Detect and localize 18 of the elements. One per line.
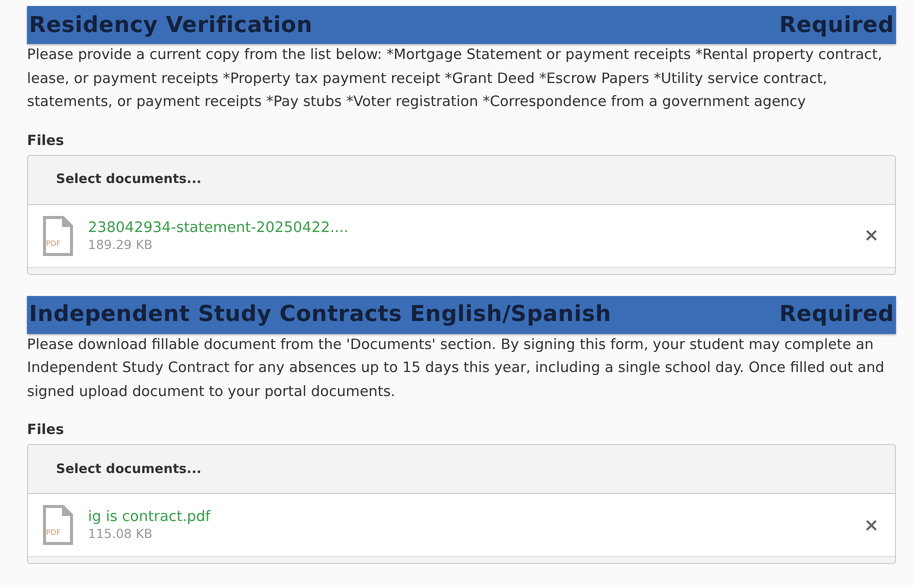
document-icon — [43, 505, 73, 545]
section-description: Please download fillable document from the 'Documents' section. By signing this form, your student may complete an Independent Study Contract for any absences up to 15 days this year, including a single school day. Once filled out and signed upload document to your portal documents. — [27, 336, 886, 402]
remove-file-button[interactable]: × — [862, 514, 881, 536]
select-documents-button[interactable]: Select documents... — [48, 164, 210, 195]
select-documents-button[interactable]: Select documents... — [48, 454, 210, 484]
required-label: Required — [779, 12, 894, 38]
files-label: Files — [27, 132, 64, 150]
file-name-link[interactable]: ig is contract.pdf — [88, 508, 210, 526]
files-label: Files — [27, 421, 64, 440]
document-icon — [43, 216, 73, 256]
remove-file-button[interactable]: × — [862, 225, 881, 246]
file-name-link[interactable]: 238042934-statement-20250422.... — [88, 218, 348, 236]
section-description: Please provide a current copy from the list below: *Mortgage Statement or payment receipts *Rental property contract, lease, or payment receipts *Property tax payment receipt *Grant Deed *Escrow Papers *Utility service contract, statements, or payment receipts *Pay stubs *Voter registration *Correspondence from a government agency — [27, 46, 884, 112]
file-size: 189.29 KB — [88, 236, 152, 252]
section-title: Residency Verification — [29, 12, 312, 38]
required-label: Required — [779, 302, 894, 327]
file-size: 115.08 KB — [88, 526, 152, 542]
section-title: Independent Study Contracts English/Spanish — [29, 302, 612, 327]
